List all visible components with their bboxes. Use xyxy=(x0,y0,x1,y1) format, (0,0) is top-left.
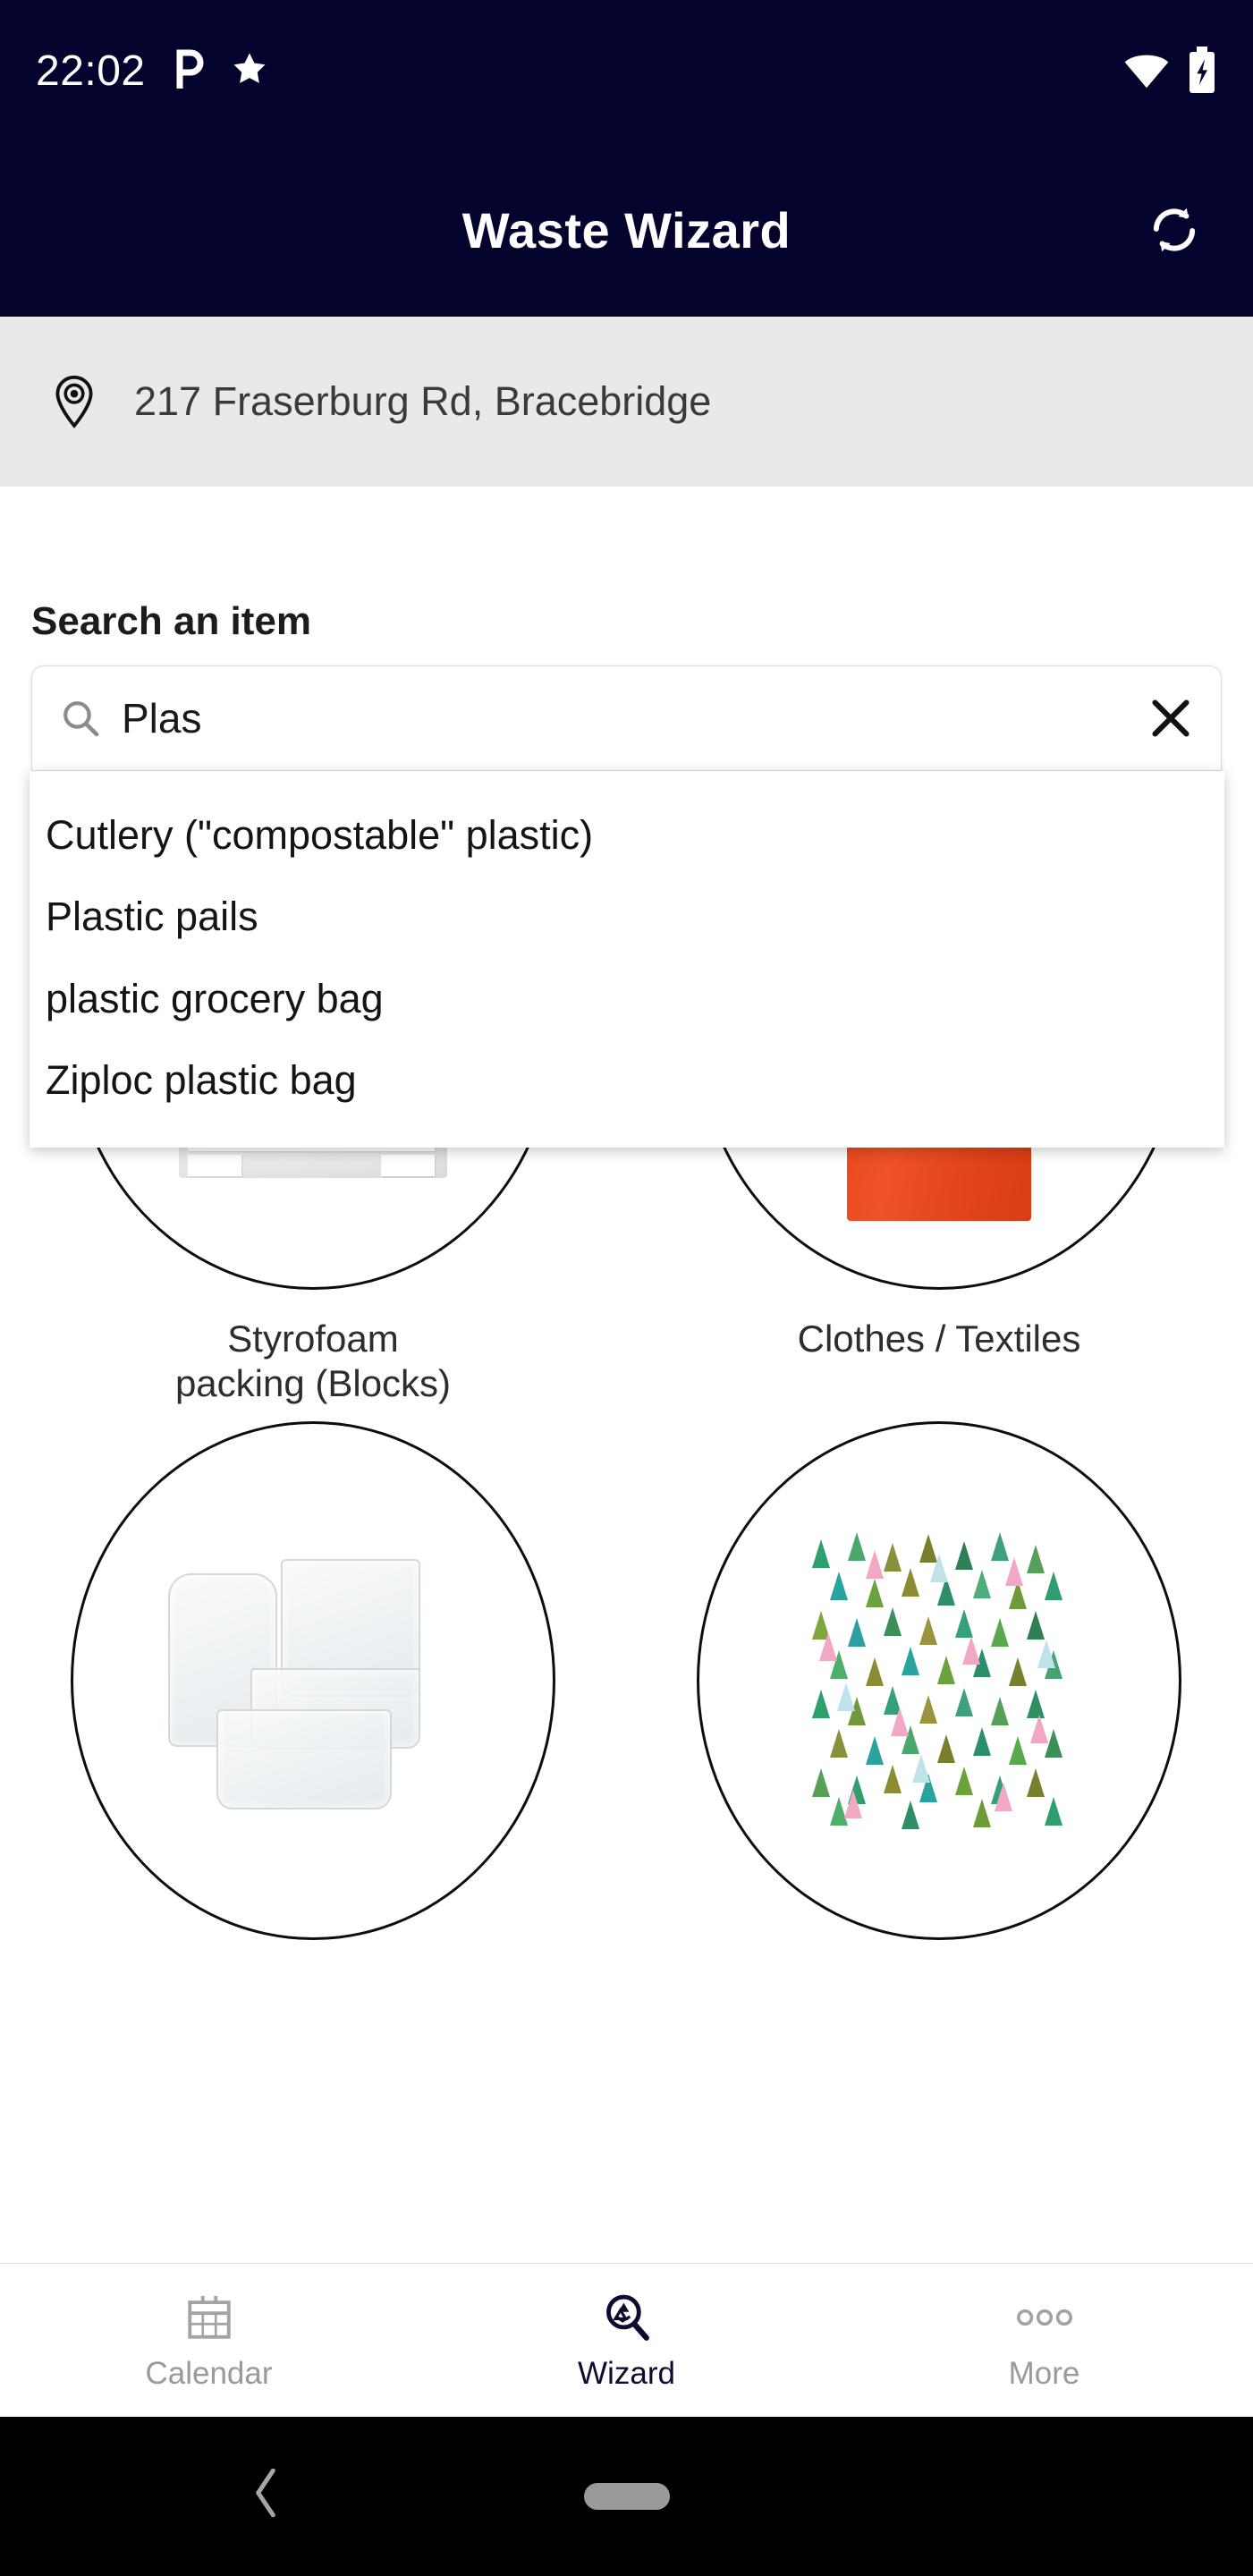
wifi-icon xyxy=(1122,49,1171,95)
clear-plastic-containers-image[interactable] xyxy=(71,1421,555,1941)
location-pin-icon xyxy=(47,374,102,429)
tab-label: More xyxy=(1008,2356,1080,2391)
container-front xyxy=(216,1709,392,1810)
tab-label: Wizard xyxy=(578,2356,675,2391)
status-bar-left: 22:02 xyxy=(36,49,269,95)
suggestion-item[interactable]: Ziploc plastic bag xyxy=(30,1039,1224,1121)
battery-charging-icon xyxy=(1187,46,1217,97)
item-label: Clothes / Textiles xyxy=(798,1317,1081,1361)
item-label: Styrofoam packing (Blocks) xyxy=(175,1317,451,1405)
status-time: 22:02 xyxy=(36,47,146,95)
suggestion-item[interactable]: Cutlery ("compostable" plastic) xyxy=(30,794,1224,876)
search-section-label: Search an item xyxy=(31,599,312,643)
tab-label: Calendar xyxy=(145,2356,273,2391)
page-title: Waste Wizard xyxy=(461,201,792,258)
close-x-icon[interactable] xyxy=(1144,691,1198,745)
item-card[interactable] xyxy=(626,1405,1252,1967)
recycle-magnifier-icon xyxy=(601,2290,653,2345)
item-label-line1: Styrofoam xyxy=(227,1318,399,1360)
item-label-line2: packing (Blocks) xyxy=(174,1361,452,1404)
star-icon xyxy=(230,50,269,94)
address-bar[interactable]: 217 Fraserburg Rd, Bracebridge xyxy=(0,317,1253,487)
item-card[interactable] xyxy=(0,1405,626,1967)
pinterest-p-icon xyxy=(171,49,205,95)
forest-trees-pattern-image[interactable] xyxy=(697,1421,1181,1941)
suggestion-item[interactable]: Plastic pails xyxy=(30,876,1224,957)
refresh-sync-icon[interactable] xyxy=(1139,194,1210,266)
search-input[interactable] xyxy=(122,694,1144,742)
address-text: 217 Fraserburg Rd, Bracebridge xyxy=(134,378,712,424)
tab-wizard[interactable]: Wizard xyxy=(418,2290,835,2392)
containers-artwork xyxy=(161,1546,465,1815)
app-header: Waste Wizard xyxy=(0,143,1253,317)
status-bar: 22:02 xyxy=(0,0,1253,143)
tab-more[interactable]: More xyxy=(835,2290,1253,2392)
back-chevron-icon[interactable] xyxy=(250,2468,281,2525)
forest-artwork xyxy=(805,1529,1073,1834)
bottom-tab-bar: Calendar Wizard More xyxy=(0,2263,1253,2418)
android-nav-bar xyxy=(0,2417,1253,2576)
main-content: Search an item Styrofoam packing (Blocks… xyxy=(0,487,1253,2263)
suggestion-item[interactable]: plastic grocery bag xyxy=(30,958,1224,1039)
search-icon xyxy=(59,697,102,740)
search-suggestions-dropdown: Cutlery ("compostable" plastic) Plastic … xyxy=(30,771,1224,1148)
status-bar-right xyxy=(1122,46,1217,97)
tab-calendar[interactable]: Calendar xyxy=(0,2290,418,2392)
item-label-line1: Clothes / Textiles xyxy=(797,1318,1081,1360)
more-dots-icon xyxy=(1016,2290,1072,2345)
home-pill-icon[interactable] xyxy=(583,2483,670,2510)
calendar-icon xyxy=(183,2290,235,2345)
